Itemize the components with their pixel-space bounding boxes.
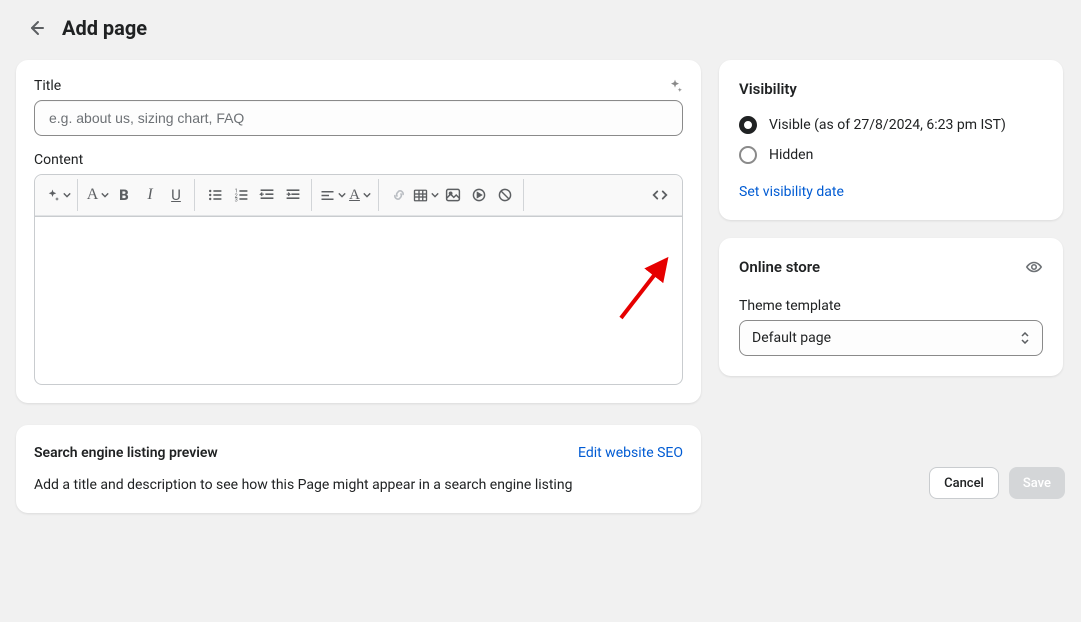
content-editor[interactable] — [34, 217, 683, 385]
ai-assist-button[interactable] — [45, 182, 71, 208]
online-store-card: Online store Theme template Default page — [719, 238, 1063, 376]
paragraph-style-button[interactable]: A — [86, 182, 110, 208]
page-title: Add page — [62, 16, 147, 40]
numbered-list-button[interactable]: 123 — [229, 182, 253, 208]
table-button[interactable] — [413, 182, 439, 208]
eye-icon — [1025, 258, 1043, 276]
clear-format-icon — [497, 187, 513, 203]
back-button[interactable] — [22, 14, 50, 42]
page-header: Add page — [0, 0, 1081, 60]
arrow-left-icon — [26, 18, 46, 38]
chevron-down-icon — [63, 191, 71, 199]
indent-icon — [285, 187, 301, 203]
template-value: Default page — [752, 330, 831, 346]
svg-text:3: 3 — [235, 197, 238, 203]
cancel-button[interactable]: Cancel — [929, 467, 999, 499]
text-color-icon: A — [349, 187, 360, 204]
visibility-visible-option[interactable]: Visible (as of 27/8/2024, 6:23 pm IST) — [739, 116, 1043, 134]
preview-button[interactable] — [1025, 258, 1043, 276]
edit-seo-link[interactable]: Edit website SEO — [578, 445, 683, 461]
template-label: Theme template — [739, 298, 1043, 314]
outdent-button[interactable] — [255, 182, 279, 208]
content-label: Content — [34, 152, 683, 168]
ai-sparkle-icon[interactable] — [667, 78, 683, 94]
chevron-down-icon — [431, 191, 439, 199]
bullet-list-icon — [207, 187, 223, 203]
underline-icon: U — [171, 186, 181, 204]
outdent-icon — [259, 187, 275, 203]
bullet-list-button[interactable] — [203, 182, 227, 208]
numbered-list-icon: 123 — [233, 187, 249, 203]
letter-a-icon: A — [87, 186, 99, 204]
title-input[interactable] — [34, 100, 683, 136]
table-icon — [413, 188, 428, 203]
video-button[interactable] — [467, 182, 491, 208]
italic-icon: I — [147, 186, 152, 204]
clear-formatting-button[interactable] — [493, 182, 517, 208]
radio-selected-icon — [739, 116, 757, 134]
chevron-down-icon — [363, 191, 371, 199]
video-icon — [471, 187, 487, 203]
visibility-card: Visibility Visible (as of 27/8/2024, 6:2… — [719, 60, 1063, 220]
seo-description: Add a title and description to see how t… — [34, 477, 683, 493]
visible-label: Visible (as of 27/8/2024, 6:23 pm IST) — [769, 117, 1006, 133]
page-form-card: Title Content — [16, 60, 701, 403]
visibility-hidden-option[interactable]: Hidden — [739, 146, 1043, 164]
image-icon — [445, 187, 461, 203]
chevron-down-icon — [338, 191, 346, 199]
editor-toolbar: A B I U — [34, 174, 683, 217]
seo-card: Search engine listing preview Edit websi… — [16, 425, 701, 513]
text-color-button[interactable]: A — [348, 182, 372, 208]
link-icon — [391, 187, 407, 203]
link-button[interactable] — [387, 182, 411, 208]
indent-button[interactable] — [281, 182, 305, 208]
set-visibility-date-link[interactable]: Set visibility date — [739, 184, 844, 200]
template-select[interactable]: Default page — [739, 320, 1043, 356]
align-button[interactable] — [320, 182, 346, 208]
sparkle-icon — [45, 188, 60, 203]
footer-actions: Cancel Save — [929, 467, 1065, 499]
save-button[interactable]: Save — [1009, 467, 1065, 499]
seo-title: Search engine listing preview — [34, 445, 218, 461]
bold-icon: B — [119, 186, 129, 204]
bold-button[interactable]: B — [112, 182, 136, 208]
radio-unselected-icon — [739, 146, 757, 164]
align-icon — [320, 188, 335, 203]
italic-button[interactable]: I — [138, 182, 162, 208]
hidden-label: Hidden — [769, 147, 813, 163]
visibility-title: Visibility — [739, 80, 1043, 98]
select-arrows-icon — [1020, 332, 1030, 344]
title-label: Title — [34, 78, 61, 94]
image-button[interactable] — [441, 182, 465, 208]
show-html-button[interactable] — [648, 182, 672, 208]
chevron-down-icon — [101, 191, 109, 199]
code-icon — [651, 186, 669, 204]
underline-button[interactable]: U — [164, 182, 188, 208]
online-store-title: Online store — [739, 258, 820, 276]
